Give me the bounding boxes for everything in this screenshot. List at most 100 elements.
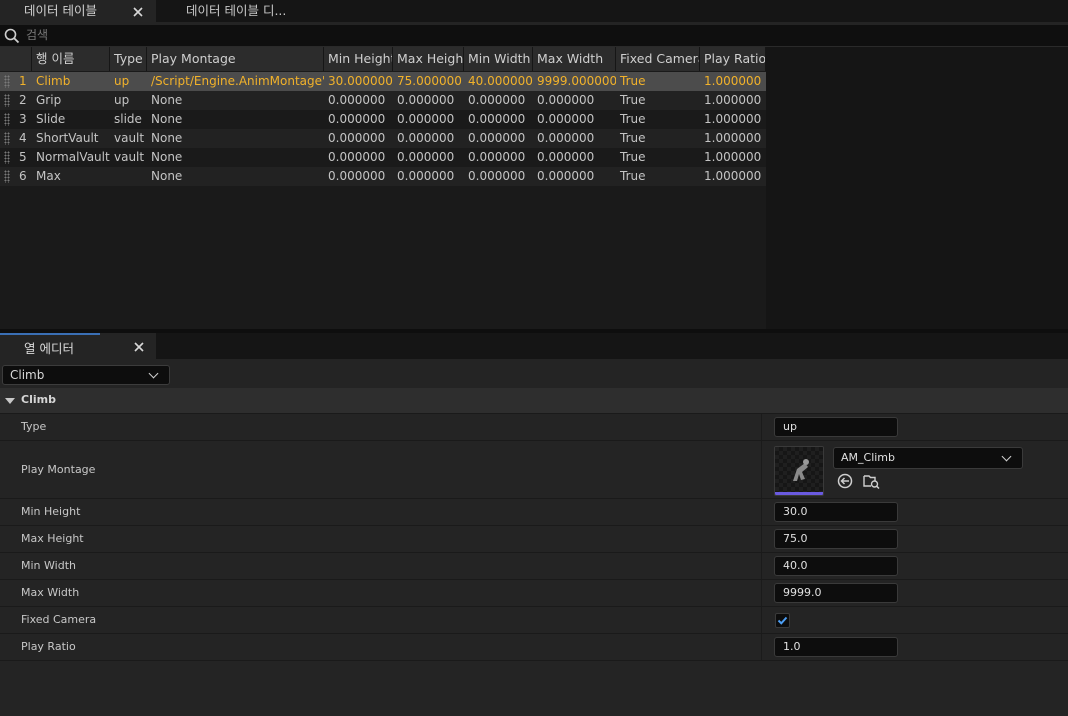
close-icon[interactable] bbox=[134, 341, 144, 355]
tab-label: 데이터 테이블 bbox=[24, 3, 97, 18]
fixed-camera-cell: True bbox=[620, 112, 646, 126]
type-field[interactable]: up bbox=[774, 417, 898, 437]
play-montage-cell: None bbox=[151, 112, 183, 126]
column-header-fixed-camera[interactable]: Fixed Camera bbox=[616, 47, 700, 71]
min-height-field[interactable]: 30.0 bbox=[774, 502, 898, 522]
property-divider bbox=[761, 441, 762, 498]
type-cell: slide bbox=[114, 112, 142, 126]
table-row[interactable]: 1 Climb up/Script/Engine.AnimMontage'/Game… bbox=[0, 72, 766, 91]
category-header[interactable]: Climb bbox=[0, 388, 1068, 414]
table-row[interactable]: 3 Slide slide None 0.000000 0.000000 0.000000 0… bbox=[0, 110, 766, 129]
montage-asset-icon bbox=[775, 447, 823, 495]
row-editor-panel: Climb Climb Type up Play Montage AM_Clim… bbox=[0, 359, 1068, 716]
max-width-cell: 0.000000 bbox=[537, 131, 595, 145]
property-divider bbox=[761, 580, 762, 606]
asset-name: AM_Climb bbox=[841, 451, 896, 464]
min-width-cell: 40.000000 bbox=[468, 74, 533, 88]
property-label: Min Width bbox=[21, 559, 76, 572]
search-input[interactable] bbox=[26, 26, 1056, 44]
max-width-field[interactable]: 9999.0 bbox=[774, 583, 898, 603]
property-divider bbox=[761, 499, 762, 525]
grip-handle-icon[interactable] bbox=[4, 151, 10, 164]
property-label: Fixed Camera bbox=[21, 613, 97, 626]
tab-row-editor[interactable]: 열 에디터 bbox=[0, 333, 156, 359]
row-selector-dropdown[interactable]: Climb bbox=[2, 365, 170, 385]
column-header-row-name[interactable]: 행 이름 bbox=[32, 47, 110, 71]
row-index: 4 bbox=[19, 131, 27, 145]
column-header-min-height[interactable]: Min Height bbox=[324, 47, 393, 71]
min-width-cell: 0.000000 bbox=[468, 169, 526, 183]
tab-data-table-definition[interactable]: 데이터 테이블 디... bbox=[156, 0, 306, 22]
property-divider bbox=[761, 634, 762, 660]
type-cell: up bbox=[114, 93, 130, 107]
chevron-down-icon bbox=[1001, 451, 1012, 462]
row-editor-tab-strip: 열 에디터 bbox=[0, 333, 1068, 359]
max-height-cell: 75.000000 bbox=[397, 74, 462, 88]
grip-handle-icon[interactable] bbox=[4, 94, 10, 107]
document-tab-strip: 데이터 테이블 데이터 테이블 디... bbox=[0, 0, 1068, 22]
property-label: Play Ratio bbox=[21, 640, 76, 653]
min-width-value: 40.0 bbox=[783, 559, 808, 572]
row-name-cell: Grip bbox=[36, 93, 62, 107]
grip-handle-icon[interactable] bbox=[4, 113, 10, 126]
row-name-cell: NormalVault bbox=[36, 150, 110, 164]
min-width-cell: 0.000000 bbox=[468, 112, 526, 126]
fixed-camera-checkbox[interactable] bbox=[775, 613, 790, 628]
min-width-cell: 0.000000 bbox=[468, 131, 526, 145]
play-ratio-field[interactable]: 1.0 bbox=[774, 637, 898, 657]
column-header-max-height[interactable]: Max Height bbox=[393, 47, 464, 71]
grip-handle-icon[interactable] bbox=[4, 75, 10, 88]
play-ratio-cell: 1.000000 bbox=[704, 131, 762, 145]
grip-handle-icon[interactable] bbox=[4, 132, 10, 145]
column-header-type[interactable]: Type bbox=[110, 47, 147, 71]
min-width-field[interactable]: 40.0 bbox=[774, 556, 898, 576]
play-ratio-cell: 1.000000 bbox=[704, 74, 762, 88]
asset-picker-combo[interactable]: AM_Climb bbox=[833, 447, 1023, 469]
row-index: 5 bbox=[19, 150, 27, 164]
collapse-triangle-icon[interactable] bbox=[5, 398, 15, 404]
max-height-value: 75.0 bbox=[783, 532, 808, 545]
fixed-camera-cell: True bbox=[620, 169, 646, 183]
property-label: Play Montage bbox=[21, 463, 96, 476]
max-width-cell: 0.000000 bbox=[537, 169, 595, 183]
min-width-cell: 0.000000 bbox=[468, 93, 526, 107]
asset-thumbnail[interactable] bbox=[774, 446, 824, 496]
max-height-field[interactable]: 75.0 bbox=[774, 529, 898, 549]
column-header-play-montage[interactable]: Play Montage bbox=[147, 47, 324, 71]
browse-asset-icon[interactable] bbox=[863, 473, 880, 490]
min-height-cell: 0.000000 bbox=[328, 131, 386, 145]
max-width-value: 9999.0 bbox=[783, 586, 822, 599]
data-table: 행 이름 Type Play Montage Min Height Max He… bbox=[0, 47, 766, 329]
close-icon[interactable] bbox=[133, 3, 143, 23]
property-row-max-height: Max Height 75.0 bbox=[0, 526, 1068, 553]
max-height-cell: 0.000000 bbox=[397, 93, 455, 107]
max-width-cell: 0.000000 bbox=[537, 150, 595, 164]
row-index: 2 bbox=[19, 93, 27, 107]
max-width-cell: 0.000000 bbox=[537, 93, 595, 107]
table-row[interactable]: 4 ShortVault vault None 0.000000 0.000000 0.00… bbox=[0, 129, 766, 148]
column-header-min-width[interactable]: Min Width bbox=[464, 47, 533, 71]
column-header-max-width[interactable]: Max Width bbox=[533, 47, 616, 71]
table-empty-area bbox=[766, 47, 1068, 329]
row-selector-value: Climb bbox=[10, 368, 45, 382]
table-row[interactable]: 2 Grip up None 0.000000 0.000000 0.000000 0.000… bbox=[0, 91, 766, 110]
property-divider bbox=[761, 553, 762, 579]
min-width-cell: 0.000000 bbox=[468, 150, 526, 164]
property-row-type: Type up bbox=[0, 414, 1068, 441]
max-height-cell: 0.000000 bbox=[397, 169, 455, 183]
column-header-play-ratio[interactable]: Play Ratio bbox=[700, 47, 766, 71]
play-montage-cell: None bbox=[151, 131, 183, 145]
table-row[interactable]: 6 Max None 0.000000 0.000000 0.000000 0.000000… bbox=[0, 167, 766, 186]
play-montage-cell: None bbox=[151, 93, 183, 107]
fixed-camera-cell: True bbox=[620, 150, 646, 164]
property-row-min-width: Min Width 40.0 bbox=[0, 553, 1068, 580]
property-label: Type bbox=[21, 420, 47, 433]
tab-label: 데이터 테이블 디... bbox=[186, 3, 287, 18]
type-value: up bbox=[783, 420, 797, 433]
min-height-value: 30.0 bbox=[783, 505, 808, 518]
use-selected-asset-icon[interactable] bbox=[837, 473, 853, 489]
tab-data-table[interactable]: 데이터 테이블 bbox=[0, 0, 156, 22]
grip-handle-icon[interactable] bbox=[4, 170, 10, 183]
property-label: Max Width bbox=[21, 586, 80, 599]
table-row[interactable]: 5 NormalVault vault None 0.000000 0.000000 0.0… bbox=[0, 148, 766, 167]
